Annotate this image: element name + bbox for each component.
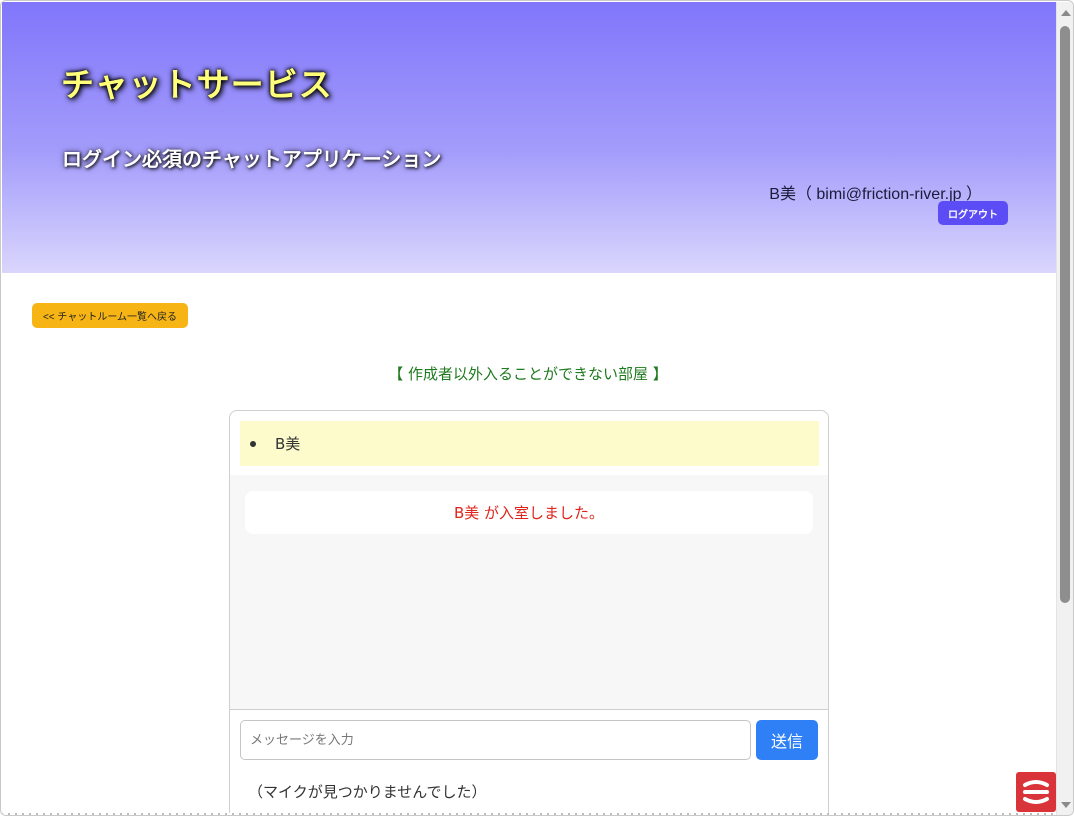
- page-header: チャットサービス ログイン必須のチャットアプリケーション B美（ bimi@fr…: [2, 2, 1056, 273]
- room-title: 【 作成者以外入ることができない部屋 】: [388, 365, 668, 383]
- chat-panel: B美 B美 が入室しました。 送信 （マイクが見つかりませんでした）: [229, 410, 829, 815]
- badge-logo-icon: [1023, 780, 1049, 804]
- logout-button[interactable]: ログアウト: [938, 201, 1008, 225]
- send-button[interactable]: 送信: [756, 720, 818, 760]
- system-message: B美 が入室しました。: [245, 491, 813, 534]
- message-composer: 送信: [240, 720, 819, 760]
- scrollbar-thumb[interactable]: [1060, 26, 1070, 603]
- scroll-down-arrow-icon[interactable]: [1061, 802, 1071, 808]
- member-list: B美: [240, 421, 819, 466]
- message-area[interactable]: B美 が入室しました。: [230, 475, 828, 710]
- vertical-scrollbar[interactable]: [1056, 2, 1073, 815]
- message-input[interactable]: [240, 720, 751, 760]
- back-to-room-list-button[interactable]: << チャットルーム一覧へ戻る: [32, 303, 188, 328]
- browser-window: チャットサービス ログイン必須のチャットアプリケーション B美（ bimi@fr…: [0, 0, 1074, 816]
- bullet-icon: [250, 440, 256, 447]
- site-subtitle: ログイン必須のチャットアプリケーション: [62, 147, 442, 171]
- app-badge-icon[interactable]: [1016, 772, 1056, 812]
- site-title: チャットサービス: [61, 65, 333, 104]
- scroll-up-arrow-icon[interactable]: [1061, 10, 1071, 16]
- member-list-item: B美: [250, 433, 300, 454]
- mic-status-text: （マイクが見つかりませんでした）: [248, 783, 487, 801]
- member-name: B美: [275, 435, 301, 453]
